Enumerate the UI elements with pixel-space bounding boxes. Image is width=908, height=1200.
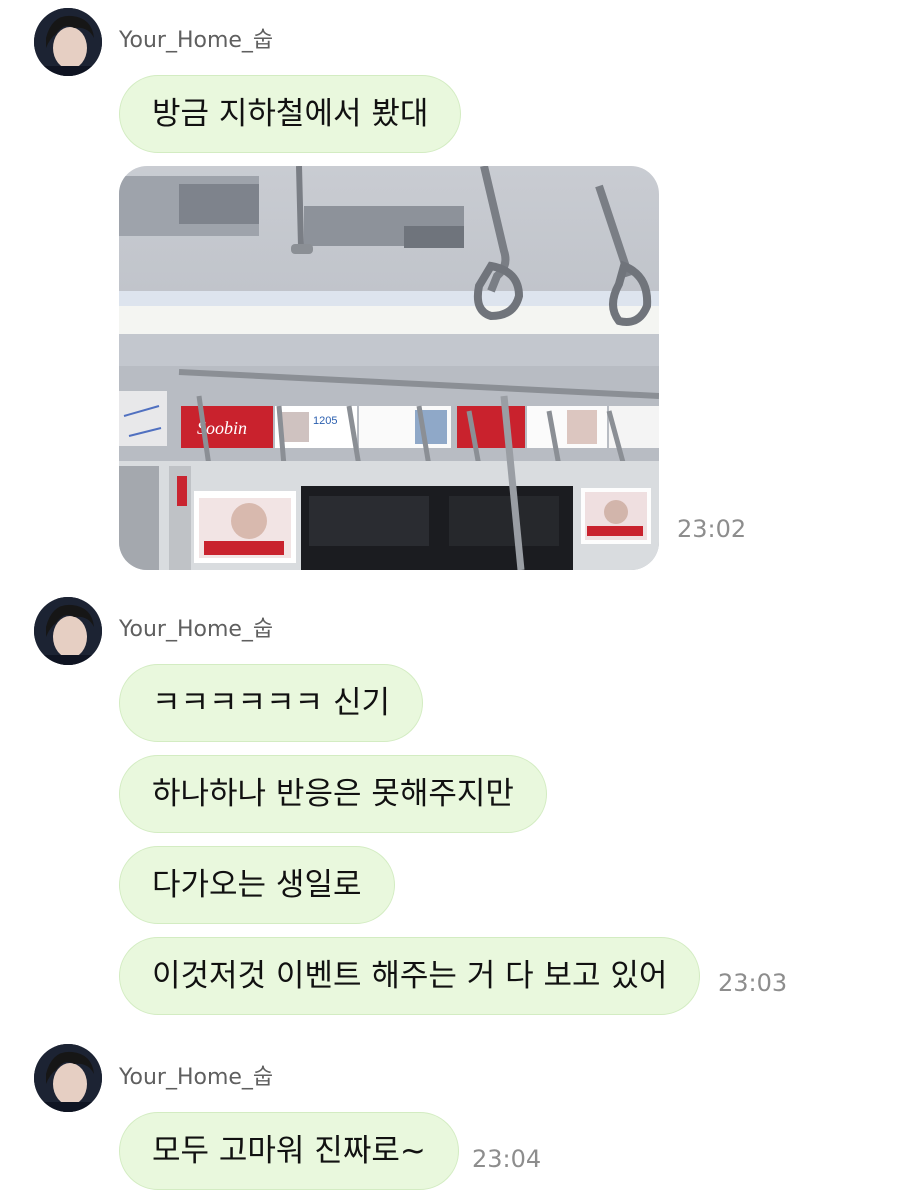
message-text: 방금 지하철에서 봤대: [152, 96, 429, 132]
message-text: 모두 고마워 진짜로~: [152, 1133, 426, 1169]
sender-name: Your_Home_숩: [119, 28, 274, 53]
message-bubble[interactable]: 다가오는 생일로: [119, 846, 395, 924]
photo-message[interactable]: Soobin 1205: [119, 166, 659, 570]
message-bubble[interactable]: 방금 지하철에서 봤대: [119, 75, 462, 153]
message-bubble[interactable]: ㅋㅋㅋㅋㅋㅋ 신기: [119, 664, 424, 742]
message-time: 23:02: [677, 515, 747, 543]
message-text: 이것저것 이벤트 해주는 거 다 보고 있어: [152, 958, 668, 994]
subway-photo-image: Soobin 1205: [119, 166, 659, 570]
svg-text:1205: 1205: [313, 415, 337, 427]
sender-name: Your_Home_숩: [119, 617, 274, 642]
message-bubble[interactable]: 하나하나 반응은 못해주지만: [119, 755, 547, 833]
sender-name: Your_Home_숩: [119, 1065, 274, 1090]
sender-avatar[interactable]: [34, 1044, 102, 1112]
sender-avatar[interactable]: [34, 597, 102, 665]
message-bubble[interactable]: 이것저것 이벤트 해주는 거 다 보고 있어: [119, 937, 701, 1015]
message-text: ㅋㅋㅋㅋㅋㅋ 신기: [152, 685, 391, 721]
message-text: 하나하나 반응은 못해주지만: [152, 776, 514, 812]
message-time: 23:04: [472, 1145, 542, 1173]
message-text: 다가오는 생일로: [152, 867, 362, 903]
message-bubble[interactable]: 모두 고마워 진짜로~: [119, 1112, 459, 1190]
avatar-portrait-icon: [34, 8, 102, 76]
avatar-portrait-icon: [34, 597, 102, 665]
avatar-portrait-icon: [34, 1044, 102, 1112]
message-time: 23:03: [718, 969, 788, 997]
sender-avatar[interactable]: [34, 8, 102, 76]
